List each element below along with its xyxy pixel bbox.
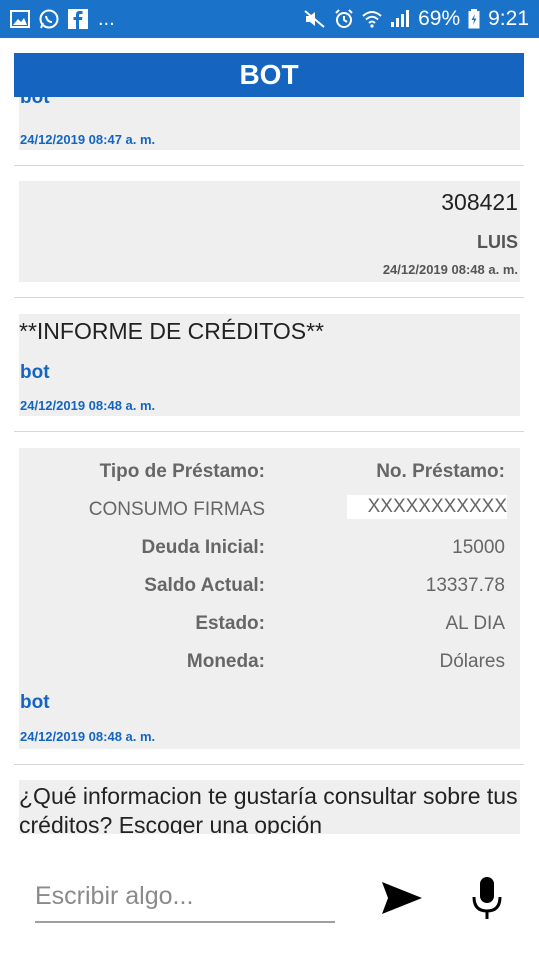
loan-row-value: Dólares <box>439 651 505 672</box>
message-text: **INFORME DE CRÉDITOS** <box>19 318 325 344</box>
mute-icon <box>304 9 326 29</box>
loan-row-value: AL DIA <box>445 613 506 634</box>
input-bar <box>0 834 539 961</box>
message-sender: bot <box>20 97 50 108</box>
send-icon <box>380 882 424 919</box>
message-sender: bot <box>20 692 50 713</box>
loan-row-label: Saldo Actual: <box>144 575 265 596</box>
loan-row-value: 13337.78 <box>425 575 505 596</box>
divider <box>14 764 524 765</box>
facebook-icon <box>68 9 88 29</box>
loan-type-header: Tipo de Préstamo: <box>99 461 265 482</box>
message-timestamp: 24/12/2019 08:48 a. m. <box>20 729 156 744</box>
page-title: BOT <box>239 59 299 90</box>
loan-row-value: 15000 <box>452 537 505 558</box>
chat-list[interactable]: bot 24/12/2019 08:47 a. m. 308421 LUIS 2… <box>0 97 539 834</box>
wifi-icon <box>362 10 382 28</box>
send-button[interactable] <box>380 880 424 916</box>
microphone-button[interactable] <box>470 875 504 923</box>
whatsapp-icon <box>38 8 60 30</box>
status-bar-left: ... <box>10 8 115 31</box>
message-sender: LUIS <box>476 232 518 252</box>
divider <box>14 165 524 166</box>
status-overflow: ... <box>98 7 115 30</box>
alarm-icon <box>334 9 354 29</box>
microphone-icon <box>470 877 504 926</box>
message-loan-report: Tipo de Préstamo: No. Préstamo: CONSUMO … <box>19 448 520 749</box>
loan-number-value: XXXXXXXXXXX <box>347 495 507 519</box>
message-timestamp: 24/12/2019 08:48 a. m. <box>382 262 518 277</box>
message-input[interactable] <box>35 871 335 923</box>
message-text: ¿Qué informacion te gustaría consultar s… <box>19 783 518 834</box>
image-icon <box>10 10 30 28</box>
message-user: 308421 LUIS 24/12/2019 08:48 a. m. <box>19 181 520 282</box>
chat-header: BOT <box>14 53 524 97</box>
message-bot: bot 24/12/2019 08:47 a. m. <box>19 97 520 150</box>
status-bar-right: 69% 9:21 <box>304 7 529 31</box>
battery-percent: 69% <box>418 7 461 30</box>
battery-icon <box>468 9 480 29</box>
signal-icon <box>390 10 410 28</box>
divider <box>14 431 524 432</box>
loan-row-label: Estado: <box>195 613 265 634</box>
message-timestamp: 24/12/2019 08:47 a. m. <box>20 132 156 147</box>
clock: 9:21 <box>488 7 529 30</box>
status-bar: ... 69% 9:21 <box>0 0 539 38</box>
divider <box>14 297 524 298</box>
loan-number-header: No. Préstamo: <box>376 461 505 482</box>
loan-row-label: Deuda Inicial: <box>141 537 265 558</box>
message-bot: ¿Qué informacion te gustaría consultar s… <box>19 780 520 834</box>
loan-type-value: CONSUMO FIRMAS <box>88 499 265 520</box>
message-sender: bot <box>20 362 50 383</box>
message-bot: **INFORME DE CRÉDITOS** bot 24/12/2019 0… <box>19 314 520 416</box>
message-text: 308421 <box>441 189 518 215</box>
message-timestamp: 24/12/2019 08:48 a. m. <box>20 398 156 413</box>
loan-row-label: Moneda: <box>186 651 265 672</box>
